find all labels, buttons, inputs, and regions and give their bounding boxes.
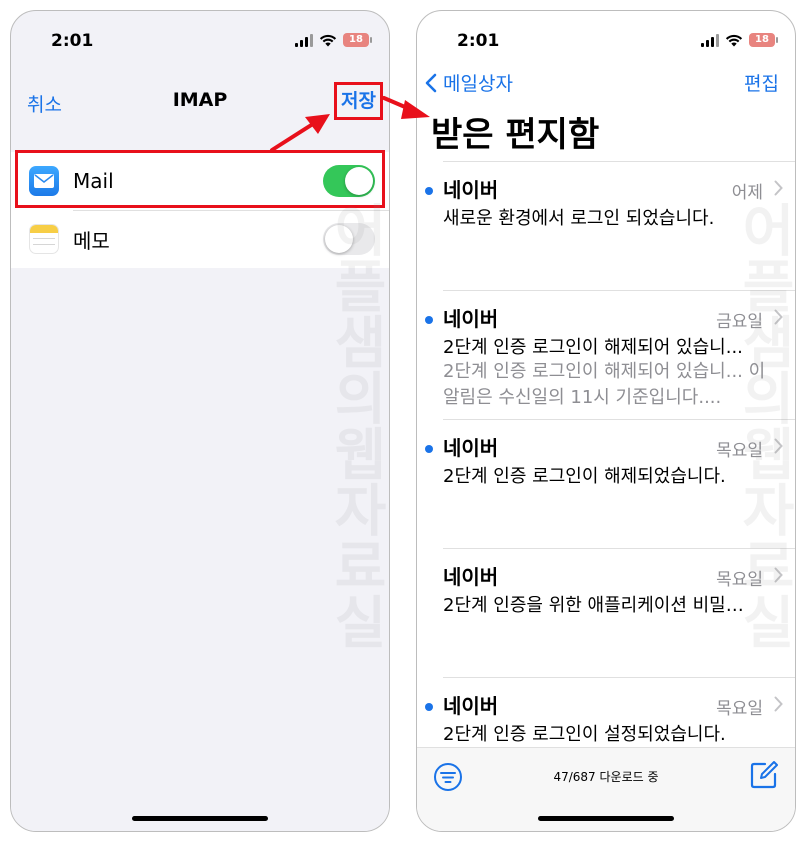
- unread-indicator: [425, 187, 433, 195]
- chevron-right-icon: [774, 567, 783, 583]
- compose-icon[interactable]: [749, 760, 779, 790]
- email-item[interactable]: 네이버 어제 새로운 환경에서 로그인 되었습니다.: [425, 161, 795, 290]
- chevron-right-icon: [774, 696, 783, 712]
- unread-indicator: [425, 445, 433, 453]
- sync-settings-list: Mail 메모: [11, 152, 389, 268]
- toggle-knob: [325, 225, 353, 253]
- settings-row-mail: Mail: [11, 152, 389, 210]
- status-bar: 2:01 18: [417, 11, 795, 71]
- battery-icon: 18: [749, 33, 778, 47]
- imap-sheet: 취소 IMAP 저장 Mail 메모: [11, 72, 389, 831]
- unread-indicator: [425, 703, 433, 711]
- settings-label-mail: Mail: [73, 169, 114, 193]
- email-item[interactable]: 네이버 금요일 2단계 인증 로그인이 해제되어 있습니... 2단계 인증 로…: [425, 290, 795, 419]
- email-date: 목요일: [716, 570, 763, 590]
- email-item[interactable]: 네이버 목요일 2단계 인증을 위한 애플리케이션 비밀…: [443, 548, 795, 677]
- wifi-icon: [725, 34, 743, 46]
- status-time: 2:01: [51, 31, 94, 51]
- status-icons: 18: [295, 33, 372, 47]
- unread-indicator: [425, 316, 433, 324]
- download-status: 47/687 다운로드 중: [553, 770, 659, 784]
- status-bar: 2:01 18: [11, 11, 389, 71]
- status-time: 2:01: [457, 31, 500, 51]
- back-button[interactable]: 메일상자: [425, 69, 513, 96]
- email-subject: 2단계 인증 로그인이 해제되었습니다.: [443, 466, 726, 487]
- notes-app-icon: [29, 224, 59, 254]
- signal-icon: [295, 33, 313, 47]
- email-subject: 2단계 인증을 위한 애플리케이션 비밀…: [443, 595, 744, 616]
- settings-label-notes: 메모: [73, 228, 110, 253]
- chevron-right-icon: [774, 438, 783, 454]
- chevron-left-icon: [425, 73, 437, 92]
- mail-app-icon: [29, 166, 59, 196]
- settings-row-notes: 메모: [11, 210, 389, 268]
- email-date: 금요일: [716, 312, 763, 332]
- inbox-screen: 2:01 18 메일상자 편집 받은 편지함 네이버 어제 새로운 환경에서 로…: [416, 10, 796, 832]
- toggle-knob: [345, 167, 373, 195]
- signal-icon: [701, 33, 719, 47]
- email-sender: 네이버: [443, 178, 499, 202]
- nav-bar: 메일상자 편집: [417, 67, 795, 107]
- chevron-right-icon: [774, 180, 783, 196]
- sheet-title: IMAP: [172, 89, 228, 111]
- email-list: 네이버 어제 새로운 환경에서 로그인 되었습니다. 네이버 금요일 2단계 인…: [417, 161, 795, 806]
- email-subject: 새로운 환경에서 로그인 되었습니다.: [443, 208, 715, 229]
- imap-settings-screen: 2:01 18 취소 IMAP 저장 Mail 메모: [10, 10, 390, 832]
- email-date: 어제: [731, 183, 763, 203]
- sheet-header: 취소 IMAP 저장: [11, 72, 389, 128]
- mail-toggle[interactable]: [323, 165, 375, 197]
- email-subject: 2단계 인증 로그인이 설정되었습니다.: [443, 724, 726, 745]
- chevron-right-icon: [774, 309, 783, 325]
- email-item[interactable]: 네이버 목요일 2단계 인증 로그인이 해제되었습니다.: [425, 419, 795, 548]
- email-date: 목요일: [716, 699, 763, 719]
- email-sender: 네이버: [443, 436, 499, 460]
- save-button[interactable]: 저장: [334, 82, 383, 120]
- battery-icon: 18: [343, 33, 372, 47]
- back-button-label: 메일상자: [443, 73, 513, 95]
- mailbox-title: 받은 편지함: [431, 115, 600, 155]
- home-indicator: [538, 816, 674, 821]
- email-sender: 네이버: [443, 565, 499, 589]
- email-preview: 2단계 인증 로그인이 해제되어 있습니... 이 알림은 수신일의 11시 기…: [443, 361, 766, 408]
- wifi-icon: [319, 34, 337, 46]
- email-date: 목요일: [716, 441, 763, 461]
- email-subject: 2단계 인증 로그인이 해제되어 있습니...: [443, 337, 743, 358]
- notes-toggle[interactable]: [323, 223, 375, 255]
- home-indicator: [132, 816, 268, 821]
- email-sender: 네이버: [443, 694, 499, 718]
- email-sender: 네이버: [443, 307, 499, 331]
- status-icons: 18: [701, 33, 778, 47]
- edit-button[interactable]: 편집: [744, 69, 779, 96]
